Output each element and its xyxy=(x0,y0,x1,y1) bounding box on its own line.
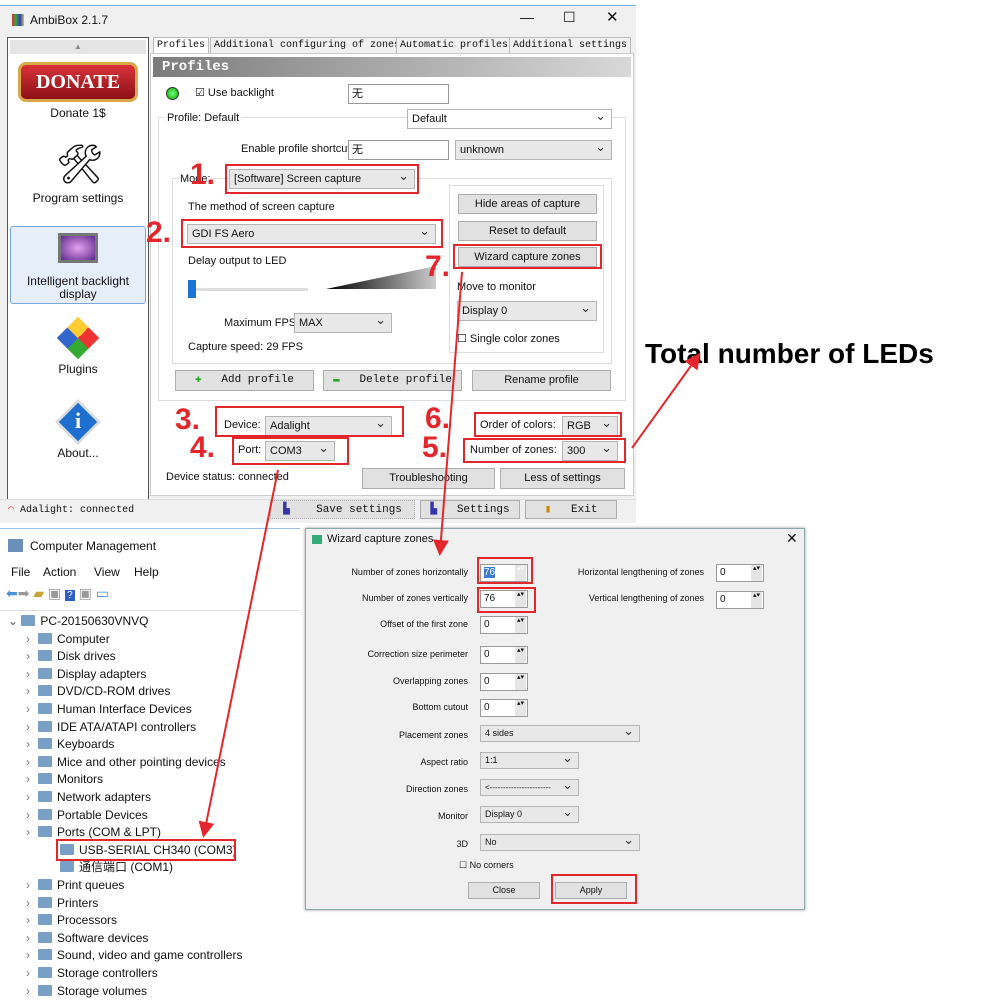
arrow-to-com3 xyxy=(198,469,279,838)
annotation-arrows xyxy=(198,271,701,838)
arrow-to-total-leds xyxy=(631,352,701,449)
arrow-to-wizard xyxy=(432,271,463,556)
